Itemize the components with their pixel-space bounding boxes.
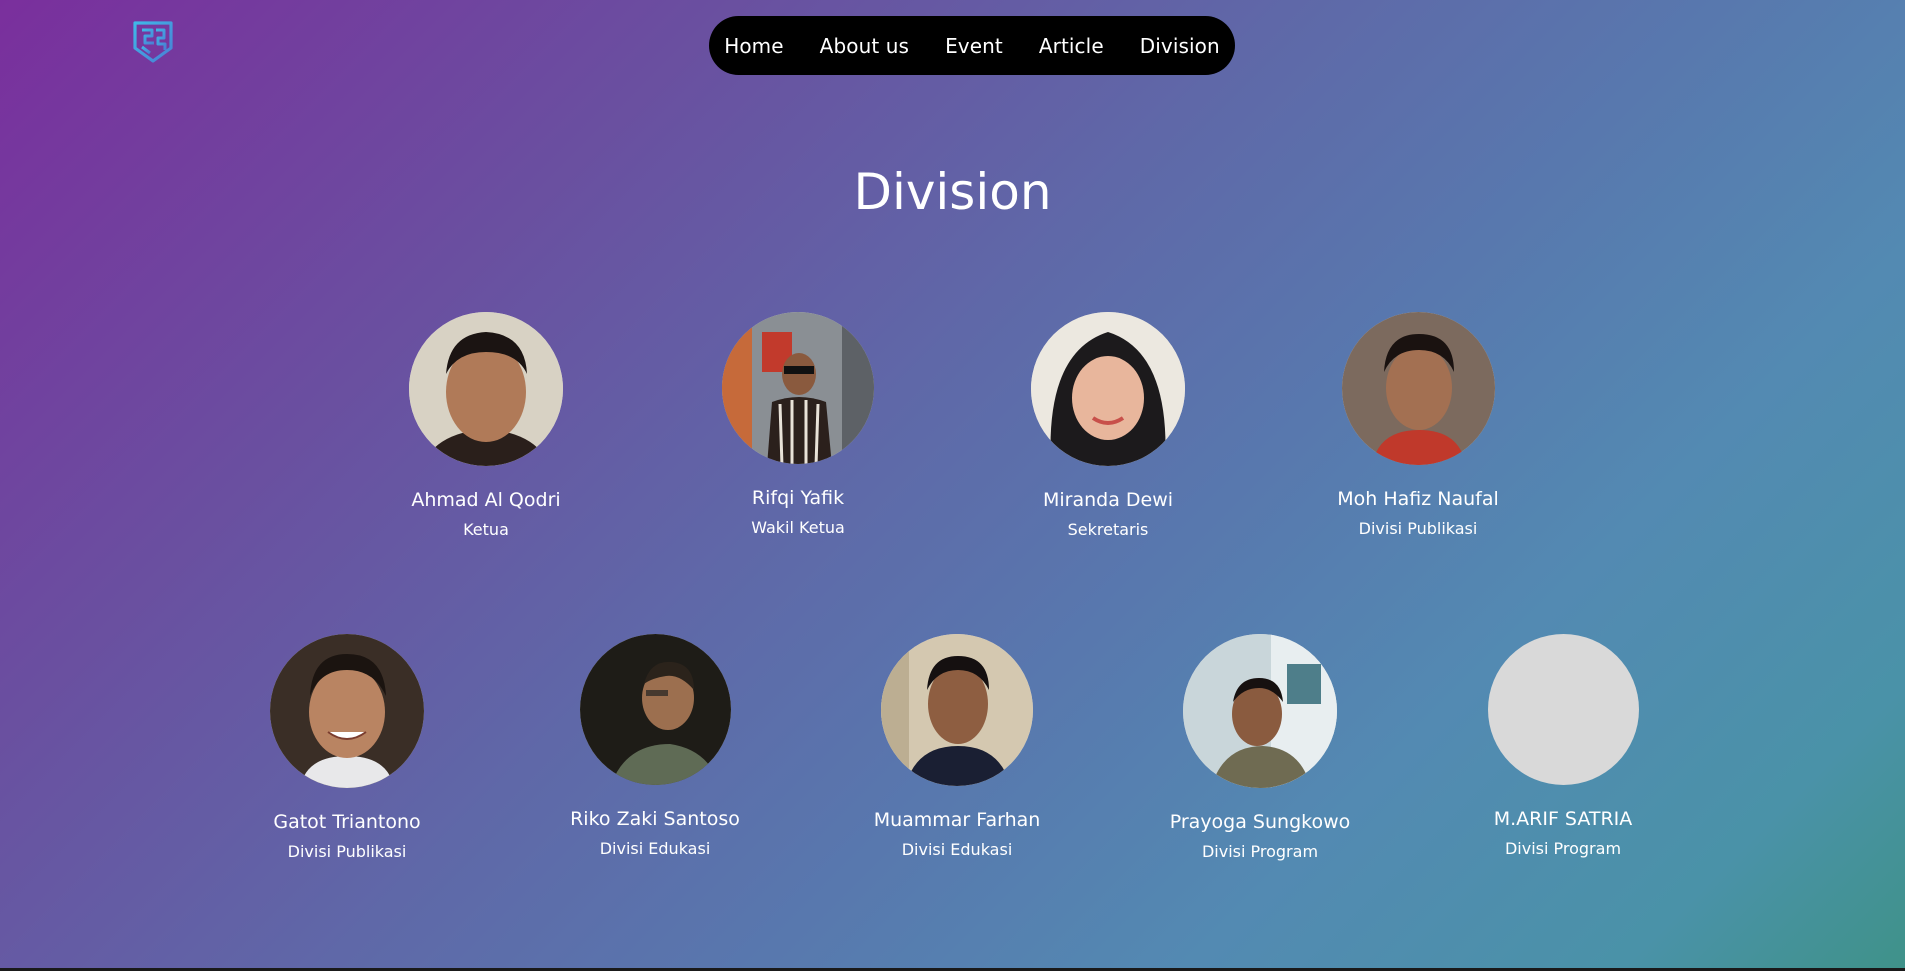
person-photo-icon [409,312,563,466]
member-name: Rifqi Yafik [751,487,845,509]
member-name: Muammar Farhan [873,809,1041,831]
member-avatar [1183,634,1337,788]
site-logo[interactable] [132,20,174,64]
member-card: Prayoga Sungkowo Divisi Program [1140,634,1380,861]
member-role: Ketua [463,520,509,539]
person-photo-icon [1031,312,1185,466]
person-photo-icon [881,634,1033,786]
page-title: Division [853,163,1052,221]
member-name: Ahmad Al Qodri [411,489,561,511]
member-role: Divisi Program [1504,839,1622,858]
member-card: Muammar Farhan Divisi Edukasi [837,634,1077,859]
member-avatar [409,312,563,466]
member-role: Divisi Publikasi [1358,519,1478,538]
member-name: Miranda Dewi [1042,489,1174,511]
person-photo-icon [722,312,874,464]
member-card: Miranda Dewi Sekretaris [988,312,1228,539]
member-name: Gatot Triantono [273,811,421,833]
member-name: Moh Hafiz Naufal [1337,488,1499,510]
nav-event[interactable]: Event [945,34,1003,58]
member-card: Gatot Triantono Divisi Publikasi [227,634,467,861]
member-avatar [722,312,874,464]
person-photo-icon [270,634,424,788]
member-card: Riko Zaki Santoso Divisi Edukasi [535,634,775,858]
member-avatar [1031,312,1185,466]
member-card: M.ARIF SATRIA Divisi Program [1443,634,1683,858]
member-role: Divisi Program [1201,842,1319,861]
member-card: Rifqi Yafik Wakil Ketua [678,312,918,537]
nav-article[interactable]: Article [1039,34,1104,58]
member-card: Moh Hafiz Naufal Divisi Publikasi [1298,312,1538,538]
nav-division[interactable]: Division [1140,34,1220,58]
member-avatar [881,634,1033,786]
member-name: Prayoga Sungkowo [1169,811,1351,833]
member-avatar-placeholder [1487,634,1639,785]
person-photo-icon [1183,634,1337,788]
main-navbar: Home About us Event Article Division [709,16,1235,75]
member-role: Sekretaris [1067,520,1149,539]
member-role: Divisi Edukasi [901,840,1013,859]
member-avatar [1341,312,1495,465]
nav-home[interactable]: Home [724,34,783,58]
member-name: Riko Zaki Santoso [570,808,740,830]
member-role: Divisi Edukasi [599,839,711,858]
member-card: Ahmad Al Qodri Ketua [366,312,606,539]
member-role: Wakil Ketua [751,518,845,537]
member-role: Divisi Publikasi [287,842,407,861]
nav-about-us[interactable]: About us [820,34,909,58]
member-avatar [270,634,424,788]
person-photo-icon [1341,312,1495,465]
shield-logo-icon [133,21,173,63]
person-photo-icon [579,634,731,785]
member-name: M.ARIF SATRIA [1493,808,1633,830]
member-avatar [579,634,731,785]
